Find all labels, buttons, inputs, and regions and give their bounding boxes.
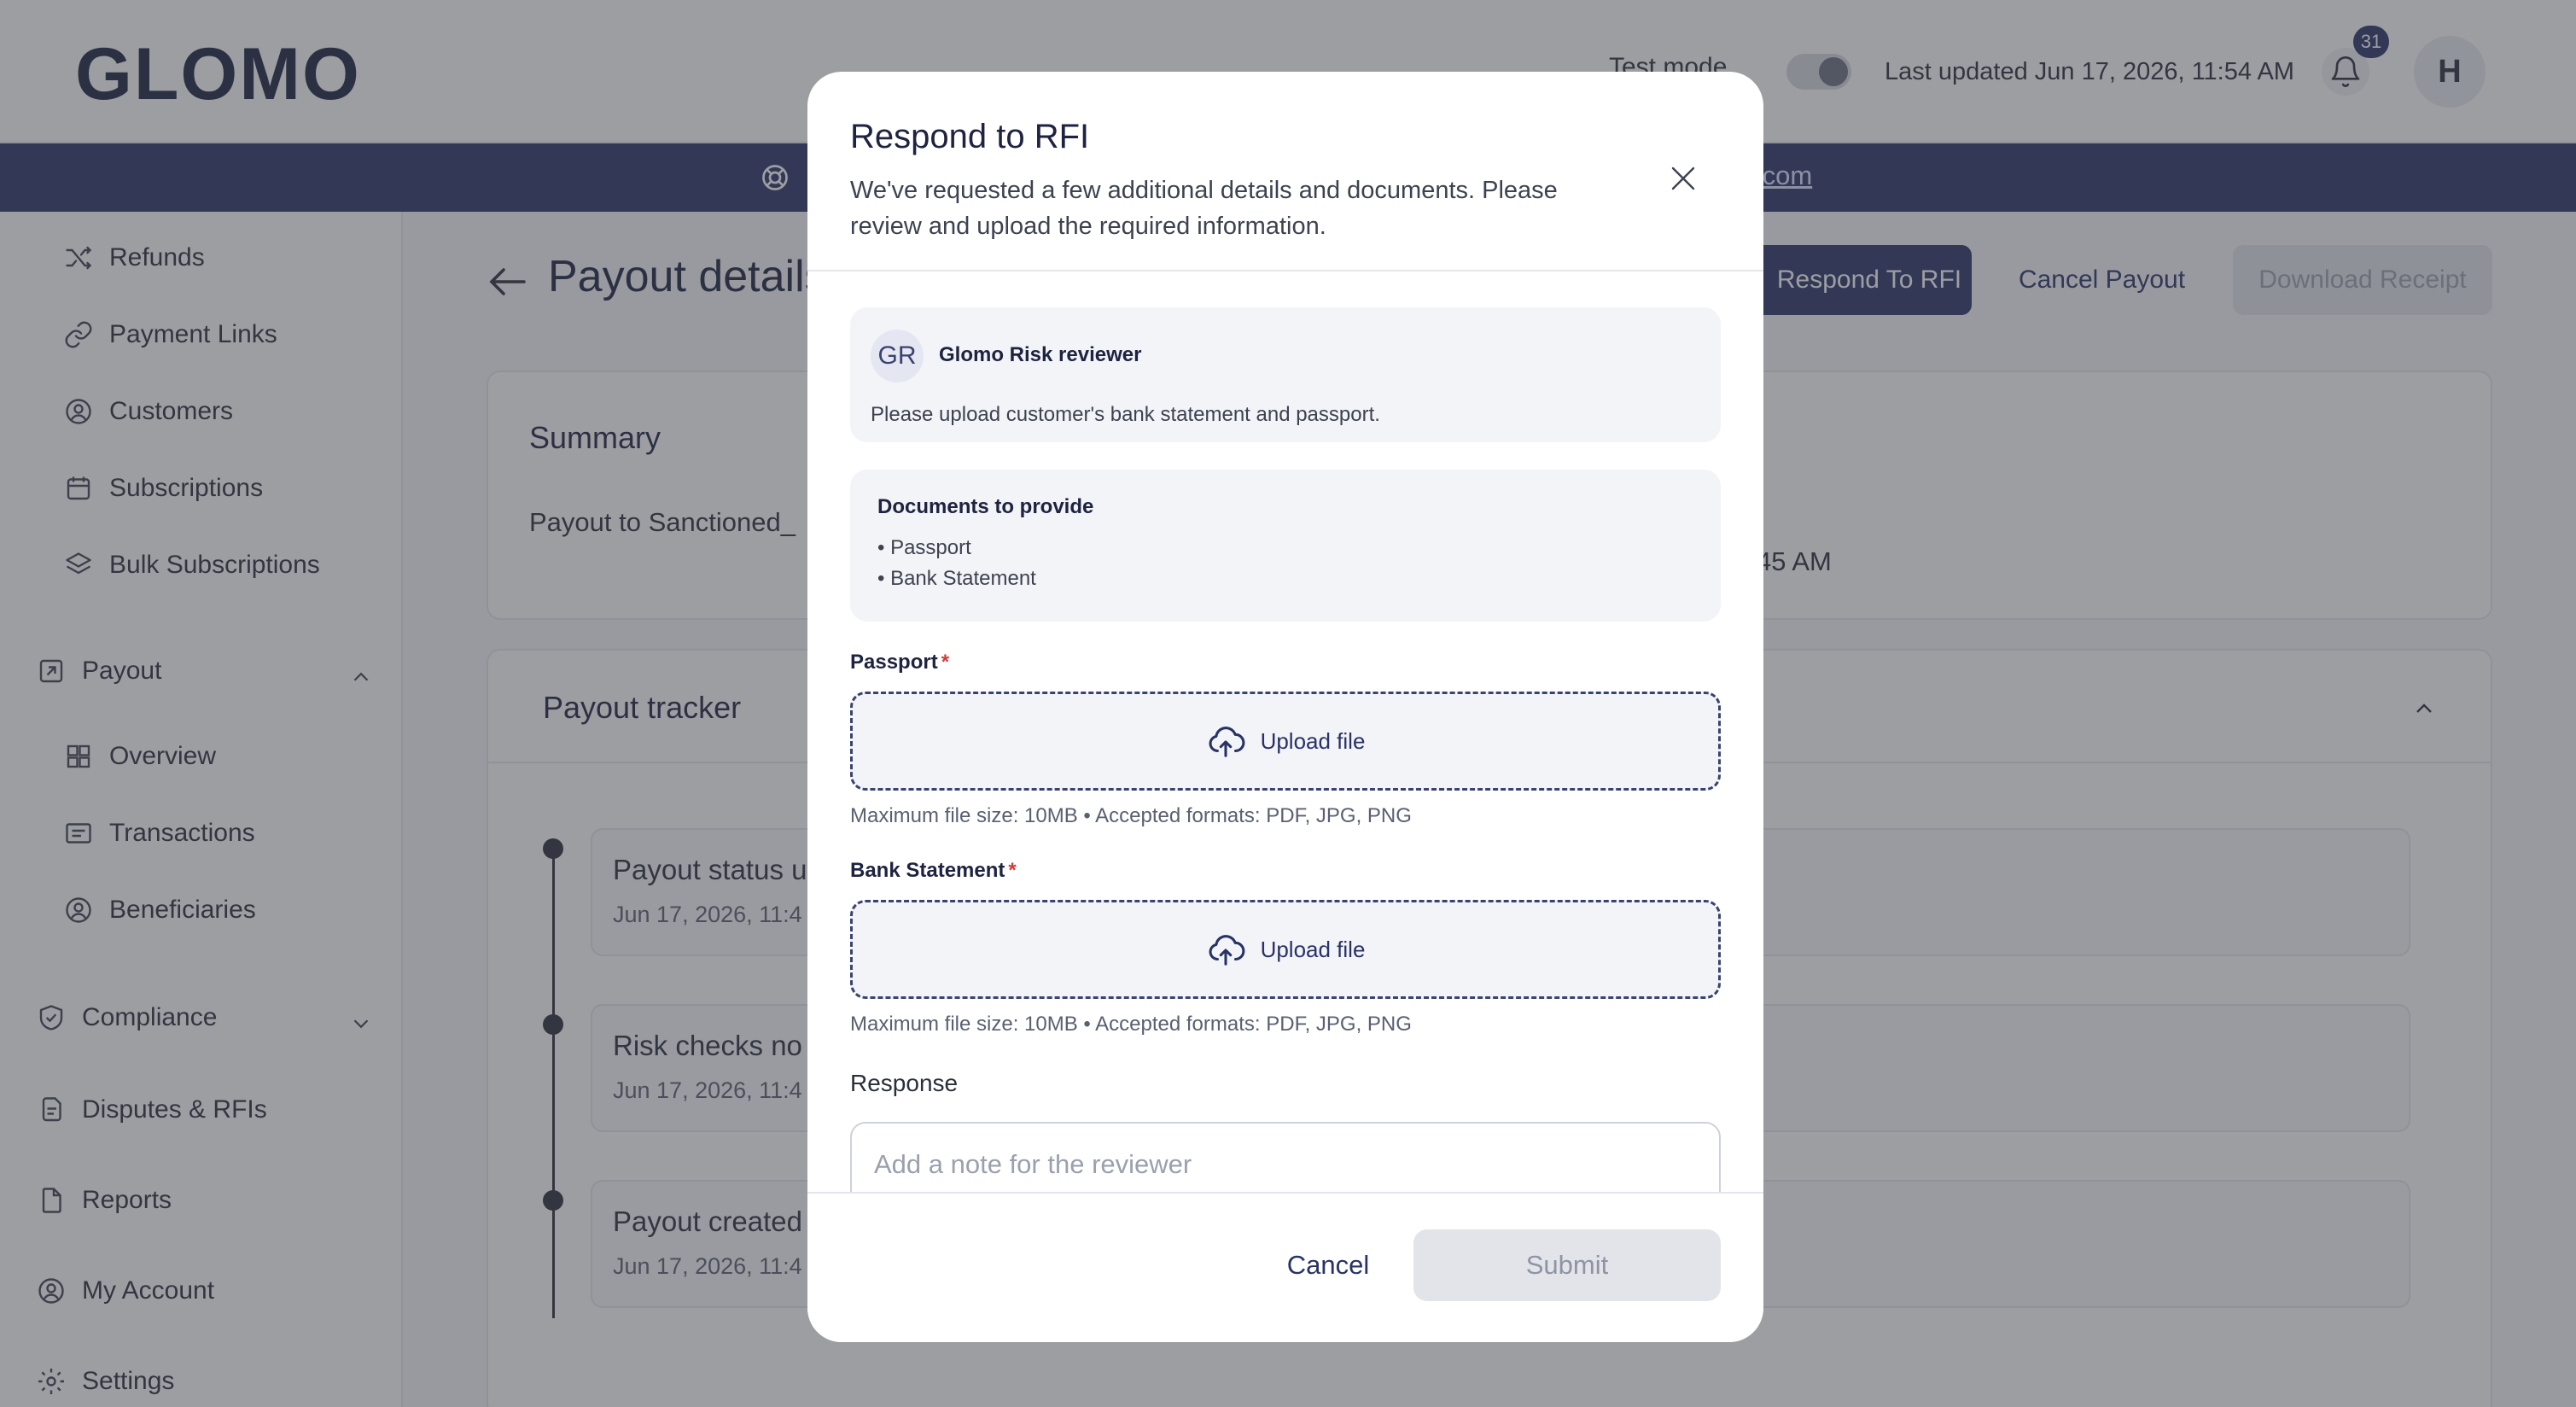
cloud-upload-icon [1209,727,1244,757]
bank-statement-upload-dropzone[interactable]: Upload file [850,900,1721,999]
modal-subtitle: We've requested a few additional details… [850,177,1558,240]
modal-divider [807,270,1763,271]
bank-statement-label-text: Bank Statement [850,859,1005,882]
passport-label: Passport * [850,651,949,674]
reviewer-message: Please upload customer's bank statement … [871,403,1380,426]
bank-statement-label: Bank Statement * [850,859,1017,883]
document-item: • Passport [877,536,971,559]
required-mark: * [941,651,950,674]
reviewer-message-card: GR Glomo Risk reviewer Please upload cus… [850,307,1721,442]
documents-required-card: Documents to provide • Passport • Bank S… [850,470,1721,622]
upload-label: Upload file [1260,727,1366,754]
close-modal-button[interactable] [1665,161,1701,196]
respond-rfi-modal: Respond to RFI We've requested a few add… [807,72,1763,1342]
submit-button[interactable]: Submit [1413,1229,1721,1301]
bank-statement-upload-hint: Maximum file size: 10MB • Accepted forma… [850,1013,1412,1036]
reviewer-name: Glomo Risk reviewer [939,343,1142,366]
upload-label: Upload file [1260,936,1366,962]
cloud-upload-icon [1209,935,1244,966]
close-icon [1671,166,1695,190]
documents-title: Documents to provide [877,495,1094,518]
reviewer-avatar: GR [871,330,924,382]
passport-label-text: Passport [850,651,938,674]
modal-title: Respond to RFI [850,118,1090,155]
modal-divider [807,1192,1763,1194]
cancel-button[interactable]: Cancel [1268,1229,1388,1301]
required-mark: * [1008,859,1017,882]
document-item: • Bank Statement [877,567,1036,590]
response-label: Response [850,1070,959,1096]
passport-upload-dropzone[interactable]: Upload file [850,692,1721,791]
passport-upload-hint: Maximum file size: 10MB • Accepted forma… [850,804,1412,827]
